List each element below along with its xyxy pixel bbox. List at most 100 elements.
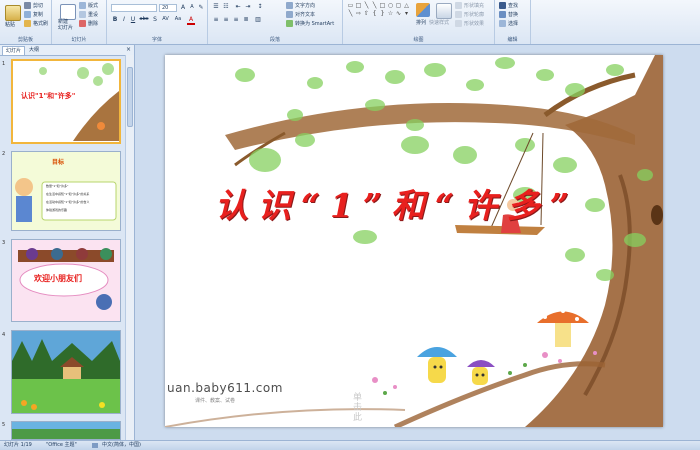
paste-icon[interactable] — [5, 5, 21, 21]
font-size-field[interactable]: 20 — [159, 4, 177, 12]
slides-panel: 幻灯片 大纲 × 1 认识"1"和"许多" 2 目标 数量"1"和"许多" 在生… — [0, 45, 135, 440]
rect2-shape-icon[interactable]: □ — [379, 2, 386, 9]
oval-shape-icon[interactable]: ○ — [387, 2, 394, 9]
thumb-4-art — [12, 331, 120, 413]
brush-icon — [24, 20, 31, 27]
align-text-button[interactable]: 对齐文本 — [286, 11, 315, 18]
find-button[interactable]: 查找 — [499, 2, 518, 9]
select-button[interactable]: 选择 — [499, 20, 518, 27]
scrollbar-thumb[interactable] — [127, 67, 133, 127]
thumb-2-art — [15, 178, 117, 222]
tab-slides[interactable]: 幻灯片 — [2, 46, 26, 55]
brace2-shape-icon[interactable]: } — [379, 10, 386, 17]
rect-shape-icon[interactable]: □ — [355, 2, 362, 9]
increase-indent-icon[interactable]: ⇥ — [244, 3, 252, 10]
shape-outline-button[interactable]: 形状轮廓 — [455, 11, 484, 18]
arrow-shape-icon[interactable]: ⇨ — [355, 10, 362, 17]
slide-thumb-3[interactable]: 欢迎小朋友们 — [11, 239, 121, 322]
curve-shape-icon[interactable]: ∿ — [395, 10, 402, 17]
align-center-icon[interactable]: ≡ — [222, 16, 230, 23]
bold-button[interactable]: B — [111, 16, 119, 23]
quick-styles-button[interactable]: 快速样式 — [429, 19, 449, 26]
font-group-label: 字体 — [151, 37, 162, 43]
line2-shape-icon[interactable]: ╲ — [371, 2, 378, 9]
spellcheck-icon[interactable] — [92, 443, 98, 448]
slide-thumb-5[interactable] — [11, 421, 121, 440]
thumb-1-title: 认识"1"和"许多" — [21, 92, 76, 100]
effects-icon — [455, 20, 462, 27]
strikethrough-button[interactable]: abc — [138, 16, 150, 23]
reset-icon — [79, 11, 86, 18]
quick-styles-icon[interactable] — [436, 3, 452, 19]
arrow2-shape-icon[interactable]: ⇧ — [363, 10, 370, 17]
slide-thumb-2[interactable]: 目标 数量"1"和"许多" 在生活中感知"1"和"许多"的关系 在活动中感知"1… — [11, 151, 121, 231]
cut-button[interactable]: 剪切 — [24, 2, 43, 9]
slide-title[interactable]: 认识“1”和“许多” — [215, 179, 579, 227]
replace-icon — [499, 11, 506, 18]
panel-scrollbar[interactable] — [125, 55, 134, 440]
thumb-number-1: 1 — [2, 61, 6, 67]
tab-outline[interactable]: 大纲 — [26, 46, 42, 54]
spacing-button[interactable]: AV — [160, 16, 171, 23]
binoculars-icon — [499, 2, 506, 9]
align-left-icon[interactable]: ≡ — [212, 16, 220, 23]
grow-font-icon[interactable]: A — [179, 4, 187, 11]
shrink-font-icon[interactable]: A — [188, 4, 196, 11]
placeholder-hint: 单 击 此 — [353, 393, 363, 423]
paragraph-group-label: 段落 — [269, 37, 280, 43]
format-painter-button[interactable]: 格式刷 — [24, 20, 48, 27]
thumb-number-5: 5 — [2, 422, 6, 428]
arrange-icon[interactable] — [416, 3, 430, 17]
line-spacing-icon[interactable]: ↕ — [256, 3, 264, 10]
clear-format-icon[interactable]: ✎ — [197, 4, 205, 11]
shadow-button[interactable]: S — [151, 16, 159, 23]
rounded-rect-shape-icon[interactable]: ▢ — [395, 2, 402, 9]
line-shape-icon[interactable]: ╲ — [363, 2, 370, 9]
new-slide-icon[interactable] — [60, 4, 76, 20]
italic-button[interactable]: I — [120, 16, 128, 23]
new-slide-button[interactable]: 新建 幻灯片 — [58, 19, 73, 31]
decrease-indent-icon[interactable]: ⇤ — [234, 3, 242, 10]
textbox-shape-icon[interactable]: ▭ — [347, 2, 354, 9]
thumb-1-art — [39, 63, 119, 141]
watermark-url: uan.baby611.com — [167, 381, 283, 395]
underline-button[interactable]: U — [129, 16, 137, 23]
shape-effects-button[interactable]: 形状效果 — [455, 20, 484, 27]
text-direction-button[interactable]: 文字方向 — [286, 2, 315, 9]
replace-button[interactable]: 替换 — [499, 11, 518, 18]
font-color-button[interactable]: A — [187, 16, 195, 25]
delete-button[interactable]: 删除 — [79, 20, 98, 27]
reset-button[interactable]: 重设 — [79, 11, 98, 18]
main-slide[interactable]: 认识“1”和“许多” uan.baby611.com 课件、教案、试卷 单 击 … — [165, 55, 663, 427]
close-icon[interactable]: × — [126, 46, 131, 53]
brace-shape-icon[interactable]: { — [371, 10, 378, 17]
shape-fill-button[interactable]: 形状填充 — [455, 2, 484, 9]
clipboard-group-label: 剪贴板 — [17, 37, 33, 43]
copy-button[interactable]: 复制 — [24, 11, 43, 18]
tree-swing-illustration — [165, 55, 663, 427]
clipboard-group: 粘贴 剪切 复制 格式刷 剪贴板 — [0, 0, 52, 44]
layout-icon — [79, 2, 86, 9]
more-shapes-icon[interactable]: ▾ — [403, 10, 410, 17]
triangle-shape-icon[interactable]: △ — [403, 2, 410, 9]
thumb-2-item-2: 在生活中感知"1"和"许多"的关系 — [46, 192, 90, 196]
align-right-icon[interactable]: ≡ — [232, 16, 240, 23]
panel-tabs: 幻灯片 大纲 × — [0, 45, 134, 56]
columns-icon[interactable]: ▥ — [254, 16, 262, 23]
numbering-icon[interactable]: ☷ — [222, 3, 230, 10]
smartart-button[interactable]: 转换为 SmartArt — [286, 20, 334, 27]
paste-button[interactable]: 粘贴 — [5, 21, 15, 28]
drawing-group-label: 绘图 — [413, 37, 424, 43]
font-name-field[interactable] — [111, 4, 157, 12]
justify-icon[interactable]: ≣ — [242, 16, 250, 23]
change-case-button[interactable]: Aa — [173, 16, 183, 23]
bullets-icon[interactable]: ☰ — [212, 3, 220, 10]
slide-thumb-1[interactable]: 认识"1"和"许多" — [11, 59, 121, 144]
slide-thumb-4[interactable] — [11, 330, 121, 414]
layout-button[interactable]: 版式 — [79, 2, 98, 9]
line3-shape-icon[interactable]: ╲ — [347, 10, 354, 17]
editing-group: 查找 替换 选择 编辑 — [495, 0, 531, 44]
arrange-button[interactable]: 排列 — [416, 19, 426, 26]
star-shape-icon[interactable]: ☆ — [387, 10, 394, 17]
drawing-group: ▭ □ ╲ ╲ □ ○ ▢ △ ╲ ⇨ ⇧ { } ☆ ∿ ▾ 排列 快速样式 … — [343, 0, 495, 44]
